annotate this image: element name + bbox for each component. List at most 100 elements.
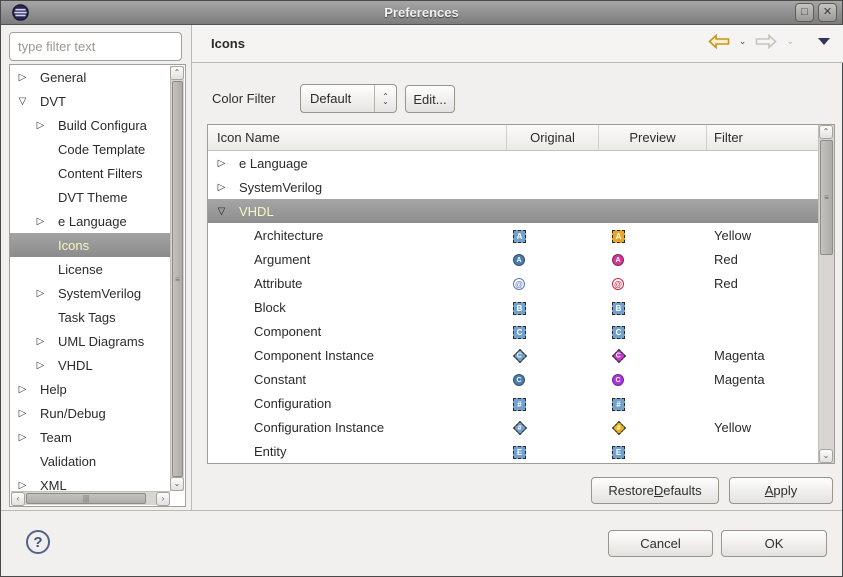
tree-vscroll-thumb[interactable]: ≡ <box>172 81 183 477</box>
scroll-left-icon[interactable]: ‹ <box>11 492 25 506</box>
view-menu-icon[interactable] <box>818 38 830 45</box>
filter-value-label: Red <box>707 252 817 267</box>
table-row[interactable]: e Language <box>208 151 818 175</box>
tree-item-label: Validation <box>40 454 96 469</box>
chip-icon: # <box>513 398 526 411</box>
original-icon-cell: C <box>507 323 599 338</box>
expander-icon[interactable] <box>17 384 28 395</box>
scroll-up-icon[interactable]: ⌃ <box>170 66 184 80</box>
apply-button[interactable]: Apply <box>729 477 833 504</box>
table-vscroll-thumb[interactable]: ≡ <box>820 140 833 255</box>
tree-vertical-scrollbar[interactable]: ⌃ ≡ ⌄ <box>170 66 184 491</box>
forward-icon[interactable] <box>755 34 777 49</box>
tree-horizontal-scrollbar[interactable]: ‹ ||| › <box>11 491 170 505</box>
tree-item[interactable]: UML Diagrams <box>10 329 170 353</box>
tree-item[interactable]: DVT <box>10 89 170 113</box>
table-row[interactable]: Constant C C Magenta <box>208 367 818 391</box>
tree-item[interactable]: Build Configura <box>10 113 170 137</box>
table-scroll-down-icon[interactable]: ⌄ <box>819 449 833 463</box>
table-row[interactable]: Entity E E <box>208 439 818 463</box>
table-row[interactable]: Architecture A A Yellow <box>208 223 818 247</box>
chip-icon: B <box>513 302 526 315</box>
tree-item[interactable]: Code Template <box>10 137 170 161</box>
table-row[interactable]: Argument A A Red <box>208 247 818 271</box>
expander-icon[interactable] <box>216 206 227 217</box>
tree-item[interactable]: Team <box>10 425 170 449</box>
table-row[interactable]: Attribute @ @ Red <box>208 271 818 295</box>
column-header-icon-name[interactable]: Icon Name <box>208 125 507 150</box>
original-icon-cell: C <box>507 372 599 387</box>
tree-item[interactable]: SystemVerilog <box>10 281 170 305</box>
table-vertical-scrollbar[interactable]: ⌃ ≡ ⌄ <box>818 125 834 463</box>
original-icon-cell: # <box>507 395 599 410</box>
preview-icon-cell: E <box>599 443 707 458</box>
table-row[interactable]: Configuration Instance # # Yellow <box>208 415 818 439</box>
original-icon-cell: # <box>507 420 599 435</box>
tree-item[interactable]: DVT Theme <box>10 185 170 209</box>
color-filter-select[interactable]: Default ⌃⌄ <box>300 84 397 113</box>
expander-icon[interactable] <box>35 120 46 131</box>
expander-icon[interactable] <box>17 480 28 491</box>
expander-icon[interactable] <box>35 360 46 371</box>
column-header-filter[interactable]: Filter <box>707 125 817 150</box>
expander-icon[interactable] <box>216 158 227 169</box>
chip-icon: A <box>612 230 625 243</box>
icon-name-label: Constant <box>254 372 306 387</box>
preview-icon-cell: C <box>599 348 707 363</box>
tree-hscroll-thumb[interactable]: ||| <box>26 493 146 504</box>
tree-item[interactable]: General <box>10 65 170 89</box>
expander-icon[interactable] <box>35 336 46 347</box>
icon-name-label: e Language <box>239 156 308 171</box>
expander-icon[interactable] <box>35 288 46 299</box>
tree-item[interactable]: Validation <box>10 449 170 473</box>
table-row[interactable]: SystemVerilog <box>208 175 818 199</box>
tree-item[interactable]: Run/Debug <box>10 401 170 425</box>
original-icon-cell: C <box>507 348 599 363</box>
tree-item[interactable]: Help <box>10 377 170 401</box>
tree-item[interactable]: License <box>10 257 170 281</box>
tree-item-label: Task Tags <box>58 310 116 325</box>
table-row[interactable]: Component C C <box>208 319 818 343</box>
restore-defaults-button[interactable]: Restore Defaults <box>591 477 719 504</box>
original-icon-cell: A <box>507 227 599 242</box>
forward-history-chevron-icon[interactable]: ⌄ <box>786 36 794 47</box>
tree-item[interactable]: VHDL <box>10 353 170 377</box>
expander-icon[interactable] <box>17 408 28 419</box>
filter-input[interactable] <box>10 39 198 54</box>
expander-icon[interactable] <box>17 96 28 107</box>
table-row[interactable]: VHDL <box>208 199 818 223</box>
expander-icon[interactable] <box>216 182 227 193</box>
filter-field-wrap <box>9 32 182 61</box>
edit-button[interactable]: Edit... <box>405 85 455 113</box>
tree-item-label: Content Filters <box>58 166 143 181</box>
preview-icon-cell: # <box>599 420 707 435</box>
table-row[interactable]: Component Instance C C Magenta <box>208 343 818 367</box>
table-row[interactable]: Configuration # # <box>208 391 818 415</box>
tree-item[interactable]: e Language <box>10 209 170 233</box>
back-icon[interactable] <box>708 34 730 49</box>
chip-icon: E <box>513 446 526 459</box>
icon-table-body: e Language SystemVerilog VHDL Architectu… <box>208 151 818 463</box>
ok-button[interactable]: OK <box>721 530 827 557</box>
tree-item[interactable]: Icons <box>10 233 170 257</box>
table-row[interactable]: Block B B <box>208 295 818 319</box>
table-scroll-up-icon[interactable]: ⌃ <box>819 125 833 139</box>
column-header-original[interactable]: Original <box>507 125 599 150</box>
expander-icon[interactable] <box>17 72 28 83</box>
close-button[interactable]: ✕ <box>818 3 837 22</box>
scroll-down-icon[interactable]: ⌄ <box>170 477 184 491</box>
scroll-right-icon[interactable]: › <box>156 492 170 506</box>
preview-icon-cell: C <box>599 323 707 338</box>
tree-item[interactable]: Task Tags <box>10 305 170 329</box>
maximize-button[interactable]: □ <box>795 3 814 22</box>
expander-icon[interactable] <box>17 432 28 443</box>
tree-item[interactable]: XML <box>10 473 170 491</box>
back-history-chevron-icon[interactable]: ⌄ <box>739 36 747 47</box>
help-button[interactable]: ? <box>26 530 50 554</box>
titlebar[interactable]: Preferences □ ✕ <box>1 1 842 25</box>
cancel-button[interactable]: Cancel <box>608 530 713 557</box>
tree-item-label: DVT Theme <box>58 190 128 205</box>
column-header-preview[interactable]: Preview <box>599 125 707 150</box>
tree-item[interactable]: Content Filters <box>10 161 170 185</box>
expander-icon[interactable] <box>35 216 46 227</box>
